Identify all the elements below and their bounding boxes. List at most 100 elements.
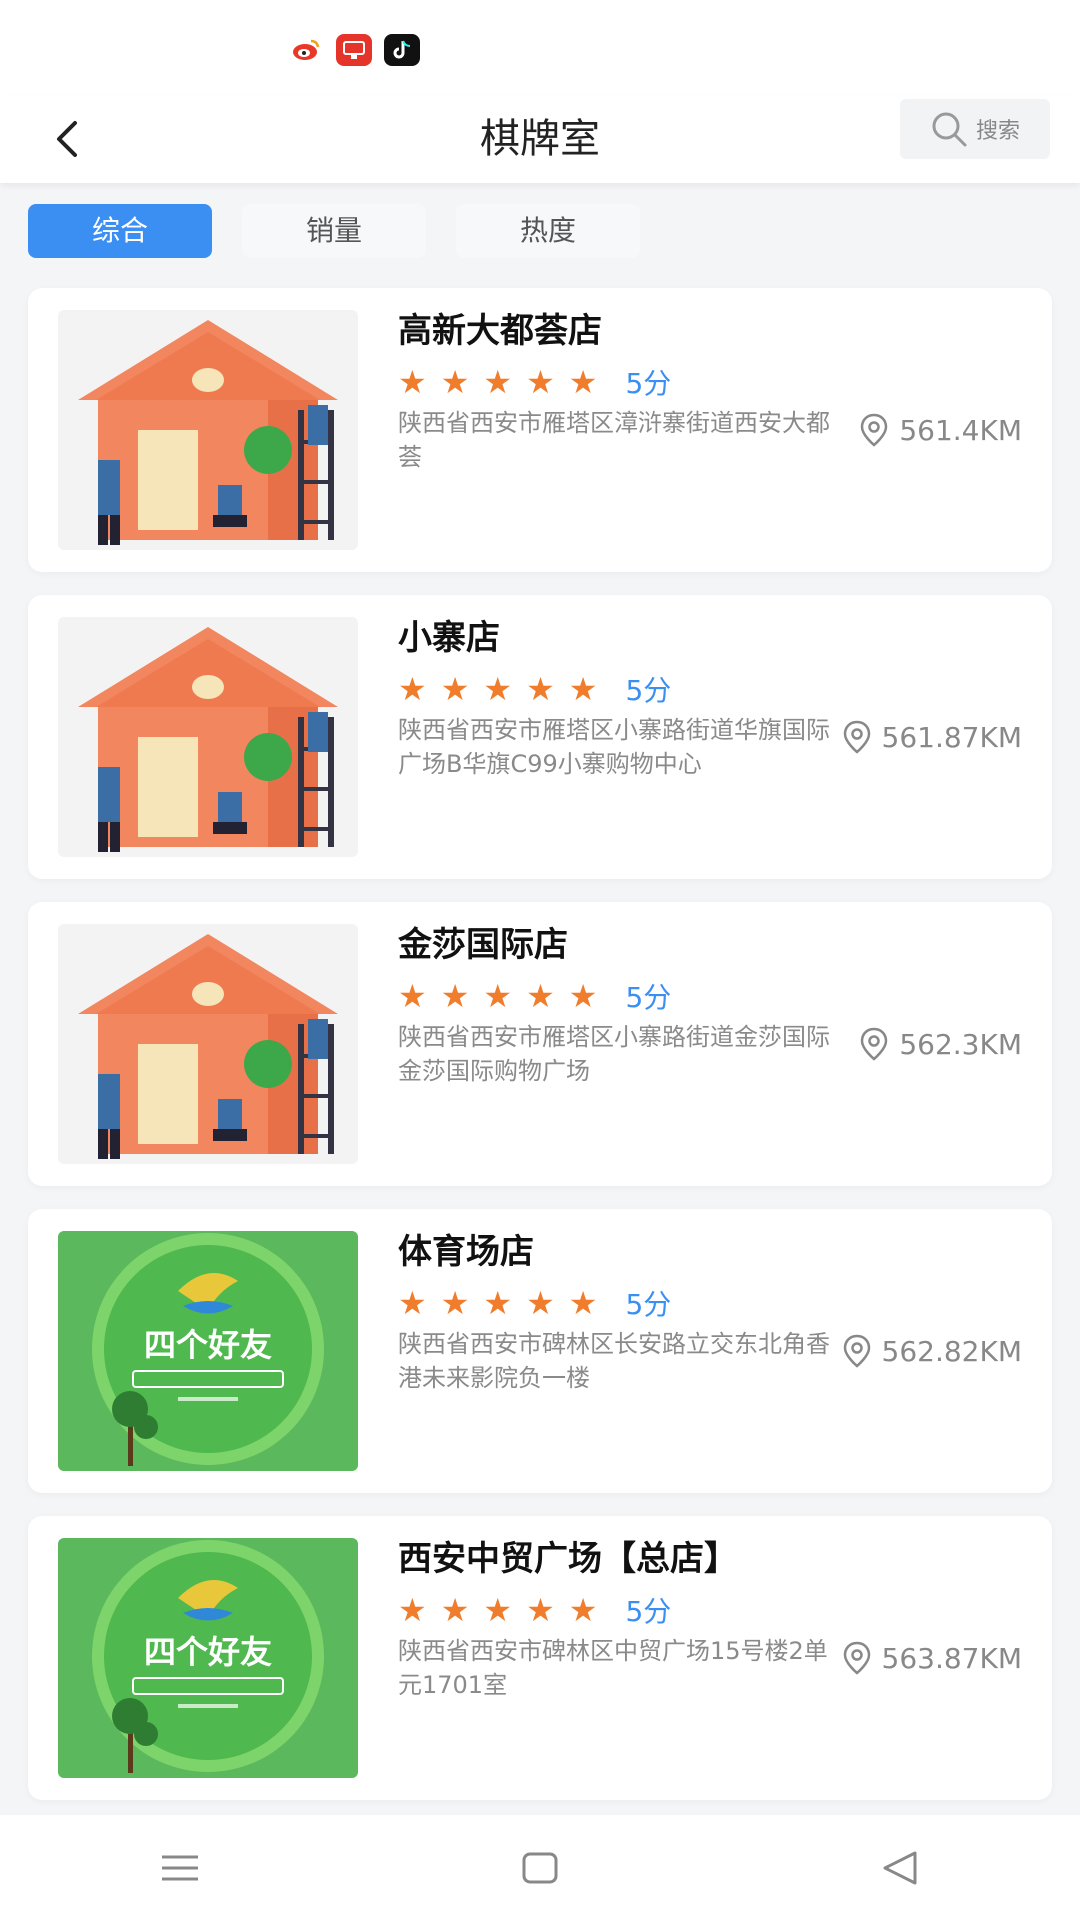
star-rating: ★ ★ ★ ★ ★: [398, 673, 597, 705]
square-home-icon: [522, 1852, 558, 1883]
star-icon: ★: [398, 363, 427, 401]
tiktok-icon: [384, 34, 420, 66]
star-icon: ★: [398, 1591, 427, 1629]
store-thumbnail: 四个好友: [58, 1231, 358, 1471]
star-icon: ★: [483, 977, 513, 1015]
star-icon: ★: [568, 363, 598, 401]
weibo-icon: [288, 34, 324, 66]
star-icon: ★: [526, 363, 555, 401]
star-icon: ★: [526, 1591, 555, 1629]
star-icon: ★: [440, 363, 470, 401]
store-name: 金莎国际店: [398, 925, 568, 965]
rating-score: 5分: [625, 1288, 672, 1321]
location-pin-icon: [843, 1334, 870, 1368]
search-placeholder: 搜索: [975, 119, 1020, 144]
star-icon: ★: [398, 1284, 427, 1322]
star-icon: ★: [568, 1284, 598, 1322]
store-info: 小寨店 ★ ★ ★ ★ ★ 5分 陕西省西安市雁塔区小寨路街道华旗国际广场B华旗…: [398, 615, 838, 781]
rating-score: 5分: [625, 674, 672, 707]
distance-value: 563.87KM: [881, 1641, 1023, 1675]
location-pin-icon: [843, 720, 870, 754]
distance-value: 562.82KM: [881, 1334, 1023, 1368]
store-name: 高新大都荟店: [398, 311, 602, 351]
star-icon: ★: [526, 977, 555, 1015]
store-info: 体育场店 ★ ★ ★ ★ ★ 5分 陕西省西安市碑林区长安路立交东北角香港未来影…: [398, 1229, 838, 1395]
store-distance: 562.3KM: [859, 902, 1022, 1186]
logo-text: 四个好友: [144, 1326, 272, 1364]
system-nav-bar: [0, 1815, 1080, 1920]
store-info: 西安中贸广场【总店】 ★ ★ ★ ★ ★ 5分 陕西省西安市碑林区中贸广场15号…: [398, 1536, 838, 1702]
star-icon: ★: [440, 977, 470, 1015]
red-app-icon: [336, 34, 372, 66]
store-card[interactable]: 小寨店 ★ ★ ★ ★ ★ 5分 陕西省西安市雁塔区小寨路街道华旗国际广场B华旗…: [28, 595, 1052, 879]
store-card[interactable]: 四个好友 西安中贸广场【总店】 ★ ★ ★ ★ ★ 5分 陕西省西安市碑林区中贸…: [28, 1516, 1052, 1800]
store-address: 陕西省西安市碑林区中贸广场15号楼2单元1701室: [398, 1637, 828, 1699]
star-rating: ★ ★ ★ ★ ★: [398, 1287, 597, 1319]
store-distance: 561.87KM: [842, 595, 1023, 879]
store-list: 高新大都荟店 ★ ★ ★ ★ ★ 5分 陕西省西安市雁塔区漳浒寨街道西安大都荟 …: [28, 288, 1052, 1823]
store-address: 陕西省西安市雁塔区小寨路街道金莎国际金莎国际购物广场: [398, 1023, 830, 1085]
star-icon: ★: [483, 670, 513, 708]
star-icon: ★: [440, 670, 470, 708]
location-pin-icon: [861, 413, 888, 447]
distance-value: 561.4KM: [899, 413, 1022, 447]
back-nav-button[interactable]: [860, 1828, 940, 1908]
star-icon: ★: [483, 1284, 513, 1322]
star-icon: ★: [483, 1591, 513, 1629]
triangle-back-icon: [883, 1851, 917, 1884]
home-button[interactable]: [500, 1828, 580, 1908]
distance-value: 562.3KM: [899, 1027, 1022, 1061]
star-icon: ★: [526, 1284, 555, 1322]
store-card[interactable]: 金莎国际店 ★ ★ ★ ★ ★ 5分 陕西省西安市雁塔区小寨路街道金莎国际金莎国…: [28, 902, 1052, 1186]
star-icon: ★: [440, 1284, 470, 1322]
star-icon: ★: [568, 1591, 598, 1629]
location-pin-icon: [843, 1641, 870, 1675]
store-name: 西安中贸广场【总店】: [398, 1539, 738, 1579]
search-box[interactable]: 搜索: [900, 99, 1050, 159]
rating-score: 5分: [625, 1595, 672, 1628]
tab-sales[interactable]: 销量: [242, 204, 426, 258]
rating-row: ★ ★ ★ ★ ★ 5分: [398, 671, 838, 707]
rating-score: 5分: [625, 367, 672, 400]
tab-comprehensive[interactable]: 综合: [28, 204, 212, 258]
store-thumbnail: [58, 310, 358, 550]
distance-value: 561.87KM: [881, 720, 1023, 754]
rating-score: 5分: [625, 981, 672, 1014]
store-info: 高新大都荟店 ★ ★ ★ ★ ★ 5分 陕西省西安市雁塔区漳浒寨街道西安大都荟: [398, 308, 838, 474]
store-name: 小寨店: [398, 618, 500, 658]
store-card[interactable]: 四个好友 体育场店 ★ ★ ★ ★ ★ 5分 陕西省西安市碑林区长安路立交东北角…: [28, 1209, 1052, 1493]
store-name: 体育场店: [398, 1232, 534, 1272]
rating-row: ★ ★ ★ ★ ★ 5分: [398, 364, 838, 400]
store-info: 金莎国际店 ★ ★ ★ ★ ★ 5分 陕西省西安市雁塔区小寨路街道金莎国际金莎国…: [398, 922, 838, 1088]
star-rating: ★ ★ ★ ★ ★: [398, 980, 597, 1012]
logo-text: 四个好友: [144, 1633, 272, 1671]
star-icon: ★: [398, 977, 427, 1015]
rating-row: ★ ★ ★ ★ ★ 5分: [398, 978, 838, 1014]
sort-tabs: 综合 销量 热度: [28, 204, 640, 258]
star-icon: ★: [398, 670, 427, 708]
star-icon: ★: [483, 363, 513, 401]
star-icon: ★: [568, 670, 598, 708]
star-icon: ★: [568, 977, 598, 1015]
star-rating: ★ ★ ★ ★ ★: [398, 366, 597, 398]
location-pin-icon: [861, 1027, 888, 1061]
search-icon: [932, 112, 967, 147]
menu-button[interactable]: [140, 1828, 220, 1908]
store-distance: 562.82KM: [842, 1209, 1023, 1493]
store-thumbnail: [58, 924, 358, 1164]
star-icon: ★: [526, 670, 555, 708]
store-card[interactable]: 高新大都荟店 ★ ★ ★ ★ ★ 5分 陕西省西安市雁塔区漳浒寨街道西安大都荟 …: [28, 288, 1052, 572]
store-distance: 561.4KM: [859, 288, 1022, 572]
status-icons: [288, 34, 420, 66]
app-header: 棋牌室 搜索: [0, 95, 1080, 183]
back-button[interactable]: [40, 113, 92, 165]
menu-icon: [162, 1855, 198, 1880]
store-thumbnail: 四个好友: [58, 1538, 358, 1778]
store-thumbnail: [58, 617, 358, 857]
store-distance: 563.87KM: [842, 1516, 1023, 1800]
star-icon: ★: [440, 1591, 470, 1629]
store-address: 陕西省西安市碑林区长安路立交东北角香港未来影院负一楼: [398, 1330, 830, 1392]
rating-row: ★ ★ ★ ★ ★ 5分: [398, 1592, 838, 1628]
tab-popularity[interactable]: 热度: [456, 204, 640, 258]
rating-row: ★ ★ ★ ★ ★ 5分: [398, 1285, 838, 1321]
